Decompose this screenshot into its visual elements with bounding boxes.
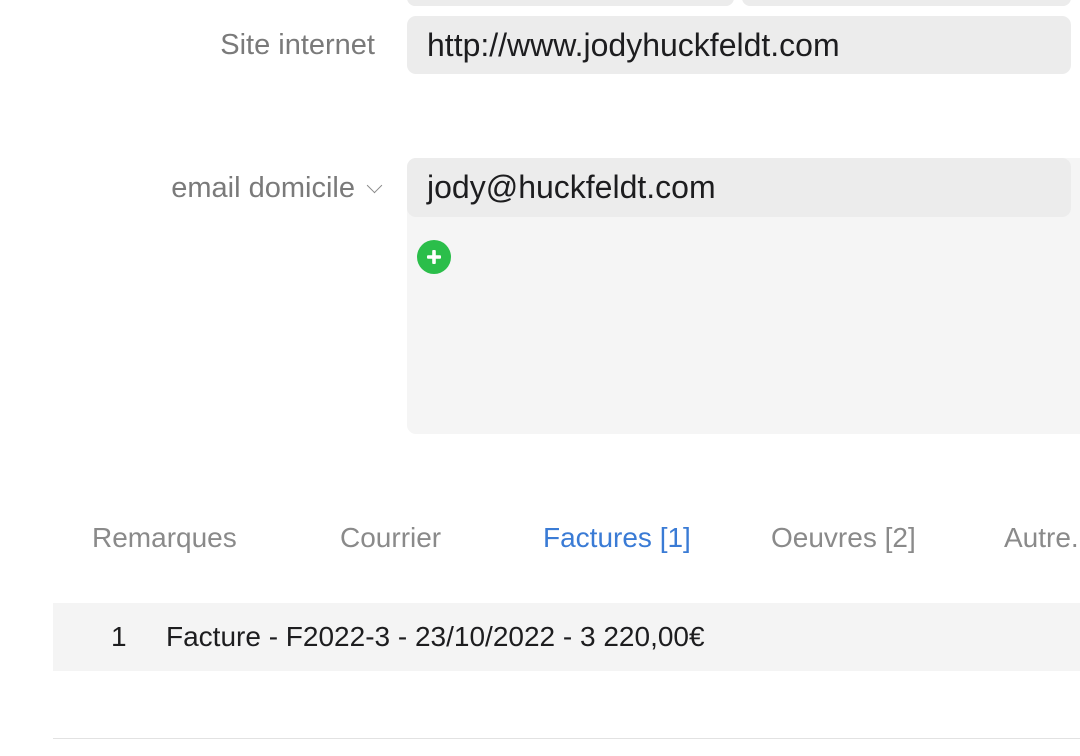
top-field-left[interactable] — [407, 0, 734, 6]
chevron-down-icon — [366, 177, 383, 194]
tab-factures[interactable]: Factures [1] — [543, 520, 691, 556]
table-row[interactable]: 1 Facture - F2022-3 - 23/10/2022 - 3 220… — [53, 603, 1080, 671]
plus-icon — [427, 250, 441, 264]
top-field-right[interactable] — [742, 0, 1071, 6]
invoice-text: Facture - F2022-3 - 23/10/2022 - 3 220,0… — [166, 621, 705, 652]
tab-courrier[interactable]: Courrier — [340, 520, 441, 556]
website-field[interactable]: http://www.jodyhuckfeldt.com — [407, 16, 1071, 74]
website-label: Site internet — [220, 29, 375, 61]
list-divider — [53, 738, 1080, 739]
email-type-selector[interactable]: email domicile — [0, 170, 383, 206]
tab-autre[interactable]: Autre... — [1004, 520, 1080, 556]
tab-oeuvres[interactable]: Oeuvres [2] — [771, 520, 916, 556]
email-type-label: email domicile — [171, 172, 355, 204]
row-index: 1 — [111, 621, 127, 652]
tab-remarques[interactable]: Remarques — [92, 520, 237, 556]
add-email-button[interactable] — [417, 240, 451, 274]
email-field[interactable]: jody@huckfeldt.com — [407, 158, 1071, 217]
